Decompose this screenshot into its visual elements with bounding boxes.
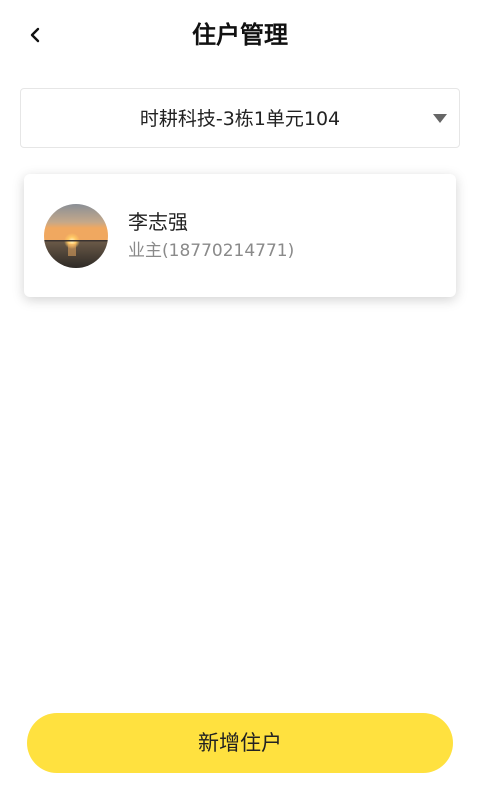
unit-select-value: 时耕科技-3栋1单元104 [139,108,341,130]
resident-name: 李志强 [128,210,188,234]
unit-select[interactable]: 时耕科技-3栋1单元104 [20,88,460,148]
sunset-photo-avatar [44,204,108,268]
avatar [44,204,108,268]
page-title: 住户管理 [192,21,288,49]
add-resident-button[interactable]: 新增住户 [27,713,453,773]
nav-bar: 住户管理 [0,0,480,70]
resident-card[interactable]: 李志强 业主(18770214771) [24,174,456,297]
caret-down-icon [433,114,447,123]
resident-role: 业主(18770214771) [128,241,295,261]
